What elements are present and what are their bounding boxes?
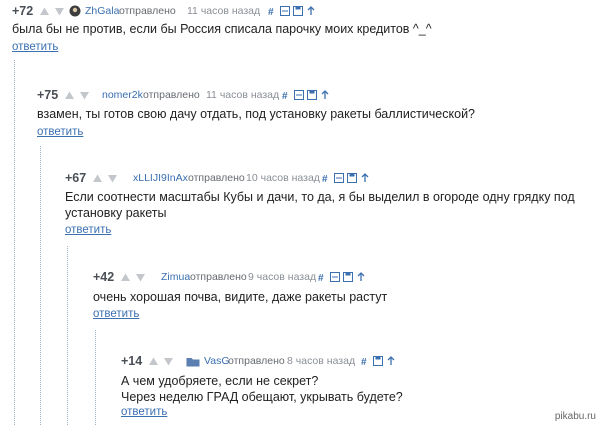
folder-avatar-icon bbox=[186, 356, 200, 367]
downvote-icon[interactable] bbox=[54, 6, 65, 17]
downvote-icon[interactable] bbox=[79, 90, 90, 101]
permalink-icon[interactable]: # bbox=[361, 356, 371, 366]
comment-header: +42 Zimua отправлено 9 часов назад # bbox=[93, 269, 592, 285]
permalink-icon[interactable]: # bbox=[282, 90, 292, 100]
comment-username[interactable]: ZhGala bbox=[85, 3, 119, 19]
svg-text:#: # bbox=[268, 7, 274, 16]
save-icon[interactable] bbox=[373, 356, 383, 366]
sent-label: отправлено bbox=[119, 5, 176, 17]
minimize-icon[interactable] bbox=[280, 6, 290, 16]
sent-label: отправлено bbox=[143, 89, 200, 101]
permalink-icon[interactable]: # bbox=[268, 6, 278, 16]
thread-line bbox=[95, 330, 96, 425]
save-icon[interactable] bbox=[347, 173, 357, 183]
comment-text: была бы не против, если бы Россия списал… bbox=[12, 22, 432, 36]
reply-link[interactable]: ответить bbox=[65, 223, 111, 237]
site-watermark: pikabu.ru bbox=[554, 411, 596, 422]
comment-text: Если соотнести масштабы Кубы и дачи, то … bbox=[65, 190, 579, 220]
comment: +14 VasG отправлено 8 часов назад # А че… bbox=[121, 353, 541, 423]
comment-username[interactable]: Zimua bbox=[161, 269, 190, 285]
sent-label: отправлено bbox=[188, 172, 245, 184]
comment: +72 ZhGala отправлено 11 часов назад # б… bbox=[12, 3, 592, 59]
parent-arrow-icon[interactable] bbox=[386, 356, 396, 366]
svg-text:#: # bbox=[322, 174, 328, 183]
upvote-icon[interactable] bbox=[39, 6, 50, 17]
upvote-icon[interactable] bbox=[120, 272, 131, 283]
parent-arrow-icon[interactable] bbox=[306, 6, 316, 16]
comment-score: +67 bbox=[65, 171, 87, 185]
comment-time: 8 часов назад bbox=[287, 355, 356, 367]
comment-text: А чем удобряете, если не секрет? Через н… bbox=[121, 374, 403, 404]
comment-text: взамен, ты готов свою дачу отдать, под у… bbox=[37, 107, 476, 121]
comment-time: 10 часов назад bbox=[246, 172, 320, 184]
save-icon[interactable] bbox=[293, 6, 303, 16]
comment-time: 11 часов назад bbox=[206, 89, 280, 101]
reply-link[interactable]: ответить bbox=[37, 125, 83, 139]
reply-link[interactable]: ответить bbox=[121, 405, 167, 419]
parent-arrow-icon[interactable] bbox=[360, 173, 370, 183]
parent-arrow-icon[interactable] bbox=[320, 90, 330, 100]
upvote-icon[interactable] bbox=[148, 356, 159, 367]
comment: +42 Zimua отправлено 9 часов назад # оче… bbox=[93, 269, 592, 325]
sent-label: отправлено bbox=[228, 355, 285, 367]
thread-line bbox=[14, 60, 15, 425]
save-icon[interactable] bbox=[307, 90, 317, 100]
comment-username[interactable]: nomer2k bbox=[102, 87, 143, 103]
upvote-icon[interactable] bbox=[92, 173, 103, 184]
comment-username[interactable]: VasG bbox=[204, 353, 229, 369]
svg-text:#: # bbox=[361, 357, 367, 366]
minimize-icon[interactable] bbox=[294, 90, 304, 100]
comment-header: +14 VasG отправлено 8 часов назад # bbox=[121, 353, 541, 369]
svg-text:#: # bbox=[282, 91, 288, 100]
comment-header: +72 ZhGala отправлено 11 часов назад # bbox=[12, 3, 592, 19]
downvote-icon[interactable] bbox=[135, 272, 146, 283]
upvote-icon[interactable] bbox=[64, 90, 75, 101]
comment-username[interactable]: xLLIJI9InAx bbox=[133, 170, 188, 186]
reply-link[interactable]: ответить bbox=[93, 307, 139, 321]
permalink-icon[interactable]: # bbox=[318, 272, 328, 282]
comment-score: +14 bbox=[121, 354, 143, 368]
comment-score: +42 bbox=[93, 270, 115, 284]
minimize-icon[interactable] bbox=[330, 272, 340, 282]
thread-line bbox=[40, 146, 41, 425]
thread-line bbox=[67, 246, 68, 425]
comment-time: 11 часов назад bbox=[187, 5, 261, 17]
minimize-icon[interactable] bbox=[334, 173, 344, 183]
comment-score: +75 bbox=[37, 88, 59, 102]
reply-link[interactable]: ответить bbox=[12, 40, 58, 54]
comment: +67 xLLIJI9InAx отправлено 10 часов наза… bbox=[65, 170, 592, 242]
permalink-icon[interactable]: # bbox=[322, 173, 332, 183]
downvote-icon[interactable] bbox=[163, 356, 174, 367]
comment-header: +67 xLLIJI9InAx отправлено 10 часов наза… bbox=[65, 170, 592, 186]
user-avatar-icon bbox=[69, 5, 81, 17]
comment-score: +72 bbox=[12, 4, 34, 18]
downvote-icon[interactable] bbox=[107, 173, 118, 184]
svg-text:#: # bbox=[318, 273, 324, 282]
parent-arrow-icon[interactable] bbox=[356, 272, 366, 282]
comment-header: +75 nomer2k отправлено 11 часов назад # bbox=[37, 87, 592, 103]
comment-time: 9 часов назад bbox=[248, 271, 317, 283]
save-icon[interactable] bbox=[343, 272, 353, 282]
comment: +75 nomer2k отправлено 11 часов назад # … bbox=[37, 87, 592, 143]
sent-label: отправлено bbox=[190, 271, 247, 283]
comment-text: очень хорошая почва, видите, даже ракеты… bbox=[93, 290, 388, 304]
